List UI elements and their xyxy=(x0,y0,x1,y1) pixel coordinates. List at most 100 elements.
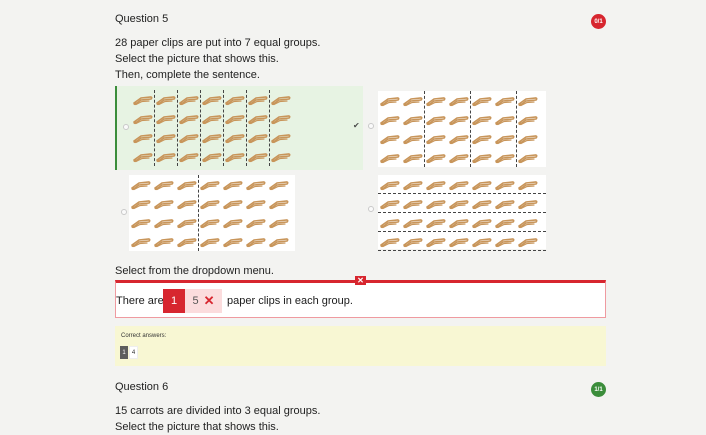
paper-clip-icon xyxy=(152,213,175,232)
paper-clip-icon xyxy=(378,129,401,148)
paper-clip-icon xyxy=(493,213,516,232)
paper-clip-icon xyxy=(198,213,221,232)
option-d-picture xyxy=(378,175,546,251)
paper-clip-icon xyxy=(378,148,401,167)
paper-clip-icon xyxy=(516,213,539,232)
paper-clip-icon xyxy=(424,148,447,167)
paper-clip-icon xyxy=(493,194,516,213)
paper-clip-icon xyxy=(516,91,539,110)
paper-clip-icon xyxy=(447,175,470,194)
paper-clip-icon xyxy=(200,90,223,109)
paper-clip-icon xyxy=(129,175,152,194)
paper-clip-icon xyxy=(131,109,154,128)
close-icon: ✕ xyxy=(203,293,215,308)
sentence-answer-box: There are 1 5 ✕ paper clips in each grou… xyxy=(115,280,606,318)
group-divider xyxy=(200,90,201,166)
paper-clip-icon xyxy=(221,232,244,251)
paper-clip-icon xyxy=(401,213,424,232)
paper-clip-icon xyxy=(177,109,200,128)
paper-clip-icon xyxy=(516,194,539,213)
paper-clip-icon xyxy=(223,90,246,109)
paper-clip-icon xyxy=(129,194,152,213)
paper-clip-icon xyxy=(223,109,246,128)
paper-clip-icon xyxy=(246,109,269,128)
paper-clip-icon xyxy=(470,213,493,232)
option-c-picture xyxy=(129,175,295,251)
option-d-radio[interactable] xyxy=(368,206,374,212)
paper-clip-icon xyxy=(198,232,221,251)
option-b[interactable] xyxy=(366,86,548,170)
paper-clip-icon xyxy=(378,175,401,194)
paper-clip-icon xyxy=(470,129,493,148)
paper-clip-icon xyxy=(401,110,424,129)
paper-clip-icon xyxy=(269,109,292,128)
paper-clip-icon xyxy=(198,194,221,213)
paper-clip-icon xyxy=(516,148,539,167)
paper-clip-icon xyxy=(493,129,516,148)
paper-clip-icon xyxy=(244,175,267,194)
prompt-line-2: Select the picture that shows this. xyxy=(115,53,279,65)
paper-clip-icon xyxy=(447,91,470,110)
prompt-line-3: Then, complete the sentence. xyxy=(115,69,260,81)
question-5-score-badge: 0/1 xyxy=(591,14,606,29)
option-d[interactable] xyxy=(366,173,548,251)
dropdown-selected-value[interactable]: 1 xyxy=(163,289,185,313)
group-divider xyxy=(177,90,178,166)
group-divider xyxy=(378,231,546,232)
question-5-prompt: 28 paper clips are put into 7 equal grou… xyxy=(115,35,320,83)
paper-clip-icon xyxy=(246,128,269,147)
question-6-title: Question 6 xyxy=(115,381,169,393)
paper-clip-icon xyxy=(221,213,244,232)
option-c[interactable] xyxy=(115,173,363,251)
correct-answer-chip: 1 xyxy=(120,346,128,359)
paper-clip-icon xyxy=(131,90,154,109)
paper-clip-icon xyxy=(470,91,493,110)
paper-clip-icon xyxy=(223,147,246,166)
paper-clip-icon xyxy=(200,128,223,147)
paper-clip-icon xyxy=(470,148,493,167)
paper-clip-icon xyxy=(267,232,290,251)
paper-clip-icon xyxy=(493,175,516,194)
group-divider xyxy=(246,90,247,166)
paper-clip-icon xyxy=(401,148,424,167)
paper-clip-icon xyxy=(447,148,470,167)
paper-clip-icon xyxy=(447,232,470,251)
paper-clip-icon xyxy=(154,109,177,128)
paper-clip-icon xyxy=(198,175,221,194)
dropdown-wrong-answer[interactable]: 5 ✕ xyxy=(185,289,222,313)
paper-clip-icon xyxy=(378,194,401,213)
option-a[interactable]: ✔ xyxy=(115,86,363,170)
paper-clip-icon xyxy=(221,175,244,194)
paper-clip-icon xyxy=(177,128,200,147)
paper-clip-icon xyxy=(154,128,177,147)
paper-clip-grid xyxy=(378,175,546,251)
paper-clip-icon xyxy=(175,232,198,251)
paper-clip-icon xyxy=(447,213,470,232)
paper-clip-grid xyxy=(378,91,546,167)
sentence-after: paper clips in each group. xyxy=(227,295,353,307)
paper-clip-icon xyxy=(152,194,175,213)
option-b-radio[interactable] xyxy=(368,123,374,129)
wrong-value: 5 xyxy=(192,295,199,307)
correct-answer-chip: 4 xyxy=(129,346,138,359)
prompt-line-2: Select the picture that shows this. xyxy=(115,421,279,433)
paper-clip-icon xyxy=(470,110,493,129)
paper-clip-icon xyxy=(424,110,447,129)
paper-clip-icon xyxy=(131,128,154,147)
paper-clip-icon xyxy=(269,90,292,109)
group-divider xyxy=(154,90,155,166)
paper-clip-icon xyxy=(129,213,152,232)
paper-clip-icon xyxy=(221,194,244,213)
paper-clip-icon xyxy=(246,147,269,166)
option-a-radio[interactable] xyxy=(123,124,129,130)
paper-clip-icon xyxy=(424,213,447,232)
paper-clip-icon xyxy=(177,147,200,166)
paper-clip-icon xyxy=(267,213,290,232)
option-c-radio[interactable] xyxy=(121,209,127,215)
paper-clip-icon xyxy=(401,91,424,110)
paper-clip-icon xyxy=(378,91,401,110)
paper-clip-icon xyxy=(267,194,290,213)
paper-clip-icon xyxy=(493,232,516,251)
paper-clip-icon xyxy=(516,175,539,194)
paper-clip-icon xyxy=(401,232,424,251)
